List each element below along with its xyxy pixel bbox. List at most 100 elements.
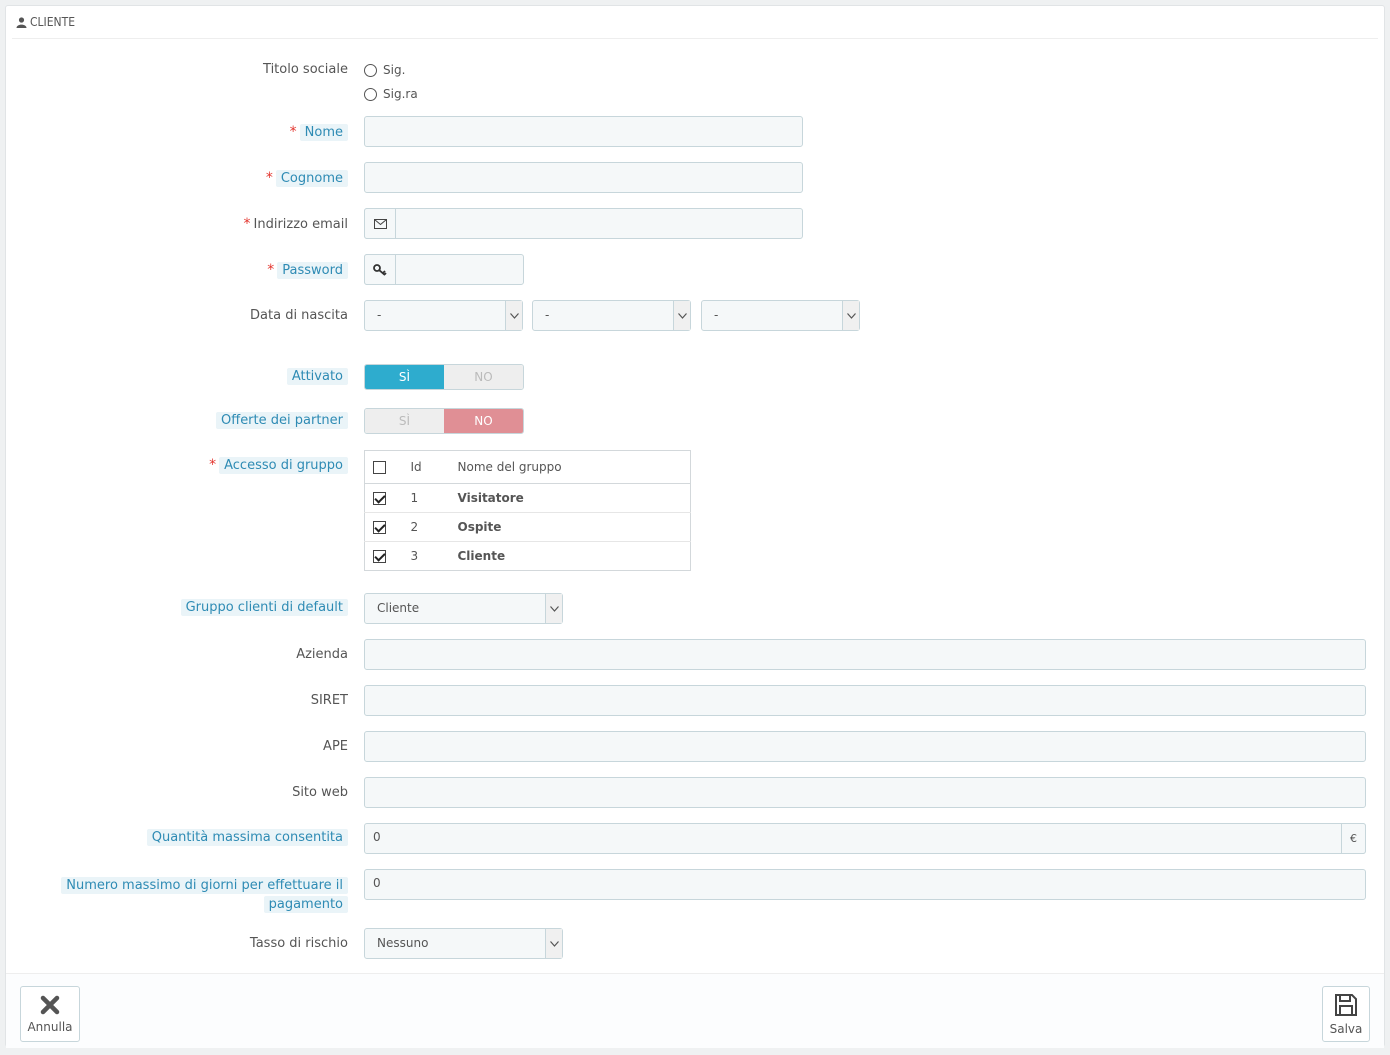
max-amount-value: 0 bbox=[373, 830, 381, 844]
envelope-icon bbox=[373, 218, 387, 229]
active-yes-option[interactable]: Sì bbox=[365, 365, 444, 389]
group-name: Cliente bbox=[456, 541, 691, 571]
optin-label-text: Offerte dei partner bbox=[216, 412, 348, 429]
optin-switch[interactable]: Sì No bbox=[364, 408, 524, 434]
optin-yes-option[interactable]: Sì bbox=[365, 409, 444, 433]
table-row: 2 Ospite bbox=[364, 512, 691, 542]
table-row: 1 Visitatore bbox=[364, 483, 691, 513]
email-input[interactable] bbox=[364, 208, 803, 239]
group-checkbox[interactable] bbox=[373, 550, 386, 563]
default-group-value: Cliente bbox=[377, 601, 420, 615]
company-input[interactable] bbox=[364, 639, 1366, 670]
close-icon bbox=[40, 995, 60, 1014]
group-id: 1 bbox=[409, 483, 457, 513]
panel-footer: Annulla Salva bbox=[6, 973, 1384, 1048]
password-input[interactable] bbox=[364, 254, 524, 285]
groups-header-name: Nome del gruppo bbox=[456, 450, 691, 484]
currency-addon: € bbox=[1341, 823, 1366, 854]
user-icon bbox=[16, 16, 27, 28]
chevron-down-icon[interactable] bbox=[673, 301, 690, 330]
optin-no-option[interactable]: No bbox=[444, 409, 523, 433]
optin-label: Offerte dei partner bbox=[216, 412, 348, 429]
birthday-year-select[interactable]: - bbox=[701, 300, 860, 331]
customer-form-panel: Cliente Titolo sociale Sig. Sig.ra * Nome… bbox=[5, 5, 1385, 1048]
required-mark: * bbox=[289, 124, 297, 140]
table-row: 3 Cliente bbox=[364, 541, 691, 571]
groups-header-id: Id bbox=[409, 450, 457, 484]
group-name: Visitatore bbox=[456, 483, 691, 513]
chevron-down-icon[interactable] bbox=[505, 301, 522, 330]
groups-header-row: Id Nome del gruppo bbox=[364, 450, 691, 484]
risk-label: Tasso di rischio bbox=[250, 936, 348, 951]
max-days-value: 0 bbox=[373, 876, 381, 890]
cancel-label: Annulla bbox=[27, 1019, 73, 1034]
ape-label-text: APE bbox=[323, 739, 348, 754]
last-name-label-text: Cognome bbox=[275, 170, 348, 187]
first-name-label-text: Nome bbox=[299, 124, 348, 141]
row-checkbox-cell bbox=[364, 483, 410, 513]
email-addon bbox=[364, 208, 396, 239]
group-checkbox[interactable] bbox=[373, 521, 386, 534]
cancel-button[interactable]: Annulla bbox=[20, 986, 80, 1042]
siret-input[interactable] bbox=[364, 685, 1366, 716]
first-name-input[interactable] bbox=[364, 116, 803, 147]
birthday-year-value: - bbox=[714, 308, 719, 322]
currency-symbol: € bbox=[1350, 832, 1357, 845]
chevron-down-icon[interactable] bbox=[545, 929, 562, 958]
default-group-label: Gruppo clienti di default bbox=[180, 599, 348, 616]
max-amount-input[interactable]: 0 € bbox=[364, 823, 1366, 854]
max-days-input[interactable]: 0 bbox=[364, 869, 1366, 900]
radio-mr[interactable]: Sig. bbox=[364, 63, 405, 77]
birthday-day-value: - bbox=[377, 308, 382, 322]
last-name-input[interactable] bbox=[364, 162, 803, 193]
website-input[interactable] bbox=[364, 777, 1366, 808]
ape-label: APE bbox=[323, 739, 348, 754]
last-name-label: * Cognome bbox=[265, 170, 348, 187]
siret-label: SIRET bbox=[311, 693, 348, 708]
default-group-select[interactable]: Cliente bbox=[364, 593, 563, 624]
radio-circle[interactable] bbox=[364, 87, 377, 101]
key-icon bbox=[373, 263, 387, 276]
ape-input[interactable] bbox=[364, 731, 1366, 762]
required-mark: * bbox=[243, 216, 251, 232]
select-all-cell bbox=[364, 450, 410, 484]
row-checkbox-cell bbox=[364, 512, 410, 542]
required-mark: * bbox=[265, 170, 273, 186]
chevron-down-icon[interactable] bbox=[545, 594, 562, 623]
save-label: Salva bbox=[1329, 1021, 1363, 1036]
company-label: Azienda bbox=[296, 647, 348, 662]
select-all-checkbox[interactable] bbox=[373, 461, 386, 474]
group-id: 2 bbox=[409, 512, 457, 542]
save-button[interactable]: Salva bbox=[1322, 986, 1370, 1042]
default-group-label-text: Gruppo clienti di default bbox=[180, 599, 348, 616]
active-label: Attivato bbox=[286, 368, 348, 385]
company-label-text: Azienda bbox=[296, 647, 348, 662]
max-days-label-line2: pagamento bbox=[263, 896, 348, 913]
active-switch[interactable]: Sì No bbox=[364, 364, 524, 390]
title-label: Titolo sociale bbox=[263, 62, 348, 77]
email-label-text: Indirizzo email bbox=[253, 217, 348, 232]
chevron-down-icon[interactable] bbox=[842, 301, 859, 330]
radio-mr-label: Sig. bbox=[383, 63, 406, 77]
birthday-label-text: Data di nascita bbox=[250, 308, 348, 323]
radio-mrs[interactable]: Sig.ra bbox=[364, 87, 418, 101]
risk-label-text: Tasso di rischio bbox=[249, 936, 348, 951]
siret-label-text: SIRET bbox=[310, 693, 348, 708]
website-label-text: Sito web bbox=[292, 785, 348, 800]
risk-select[interactable]: Nessuno bbox=[364, 928, 563, 959]
radio-circle[interactable] bbox=[364, 63, 377, 77]
max-days-label: Numero massimo di giorni per effettuare … bbox=[61, 876, 348, 914]
birthday-label: Data di nascita bbox=[250, 308, 348, 323]
birthday-day-select[interactable]: - bbox=[364, 300, 523, 331]
max-amount-label: Quantità massima consentita bbox=[146, 829, 348, 846]
birthday-month-select[interactable]: - bbox=[532, 300, 691, 331]
password-addon bbox=[364, 254, 396, 285]
birthday-month-value: - bbox=[545, 308, 550, 322]
password-label-text: Password bbox=[277, 262, 348, 279]
panel-heading: Cliente bbox=[12, 6, 1378, 39]
active-no-option[interactable]: No bbox=[444, 365, 523, 389]
risk-value: Nessuno bbox=[377, 936, 429, 950]
row-checkbox-cell bbox=[364, 541, 410, 571]
groups-table: Id Nome del gruppo 1 Visitatore 2 Ospite… bbox=[364, 450, 691, 571]
group-checkbox[interactable] bbox=[373, 492, 386, 505]
